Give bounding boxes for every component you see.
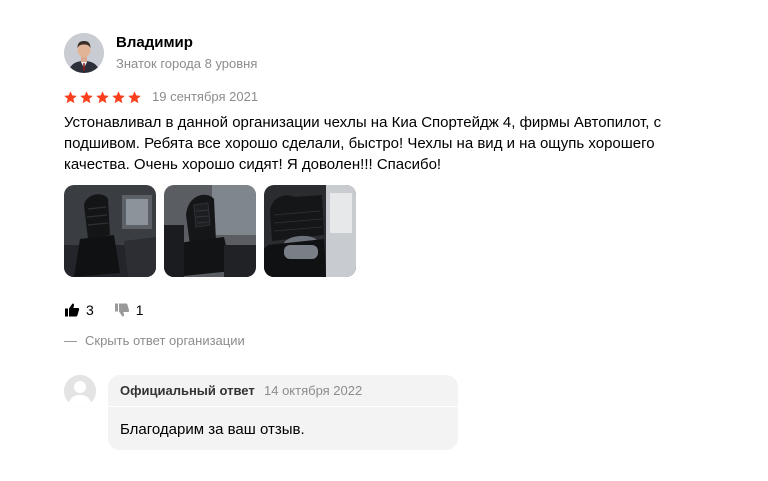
toggle-dash: — [64, 333, 77, 348]
star-icon [96, 91, 109, 104]
like-count: 3 [86, 302, 94, 318]
review-photo[interactable] [264, 185, 356, 277]
toggle-label: Скрыть ответ организации [85, 333, 245, 348]
thumbs-down-icon [114, 303, 129, 317]
org-reply: Официальный ответ 14 октября 2022 Благод… [108, 375, 458, 450]
rating-stars [63, 90, 142, 105]
org-avatar [64, 375, 96, 407]
review-reactions: 3 1 [64, 302, 164, 318]
default-user-icon [64, 375, 96, 407]
star-icon [80, 91, 93, 104]
star-icon [128, 91, 141, 104]
star-icon [64, 91, 77, 104]
review-photo[interactable] [164, 185, 256, 277]
review-photos [64, 185, 356, 277]
author-avatar[interactable] [64, 33, 104, 73]
review-text: Устонавливал в данной организации чехлы … [64, 114, 662, 173]
review-card: Владимир Знаток города 8 уровня 19 сентя… [0, 0, 768, 481]
star-icon [112, 91, 125, 104]
like-button[interactable]: 3 [64, 302, 94, 318]
org-reply-divider [108, 406, 458, 407]
thumbs-up-icon [65, 303, 80, 317]
author-name[interactable]: Владимир [116, 34, 193, 51]
review-date: 19 сентября 2021 [152, 89, 259, 104]
official-reply-label: Официальный ответ [120, 383, 255, 398]
org-reply-text: Благодарим за ваш отзыв. [120, 421, 305, 438]
dislike-button[interactable]: 1 [114, 302, 144, 318]
author-level: Знаток города 8 уровня [116, 56, 258, 71]
org-reply-date: 14 октября 2022 [264, 383, 363, 398]
dislike-count: 1 [135, 302, 144, 318]
hide-org-reply-toggle[interactable]: — Скрыть ответ организации [64, 333, 245, 348]
review-photo[interactable] [64, 185, 156, 277]
